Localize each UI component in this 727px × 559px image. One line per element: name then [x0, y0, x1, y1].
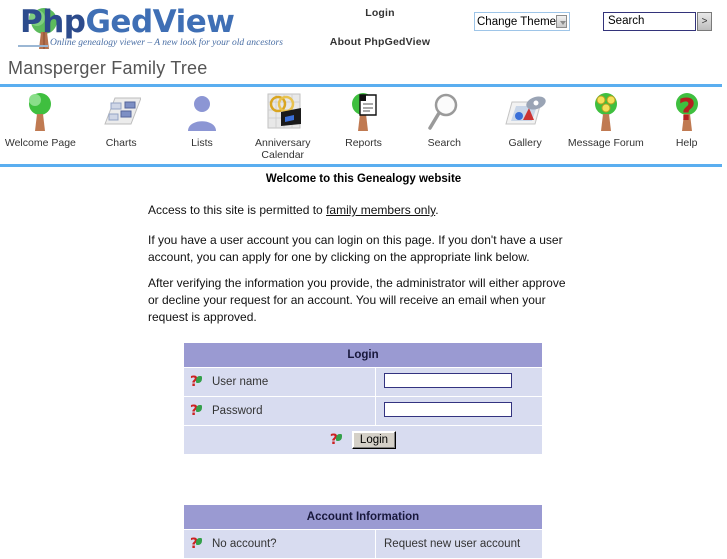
- nav-item-message-forum[interactable]: Message Forum: [565, 90, 646, 161]
- password-input[interactable]: [384, 402, 512, 417]
- nav-item-charts[interactable]: Charts: [81, 90, 162, 161]
- nav-label: Welcome Page: [4, 137, 76, 149]
- help-question-icon[interactable]: ?: [330, 433, 342, 447]
- theme-select[interactable]: Change Theme: [474, 12, 570, 31]
- tree-document-icon: [323, 90, 404, 132]
- page-title: Mansperger Family Tree: [8, 58, 208, 78]
- header-link-about[interactable]: About PhpGedView: [300, 36, 460, 48]
- theme-select-value: Change Theme: [477, 15, 557, 28]
- gallery-icon: [485, 90, 566, 132]
- intro-paragraph-2: If you have a user account you can login…: [148, 233, 563, 264]
- username-label-cell: ? User name: [183, 367, 376, 397]
- site-logo[interactable]: PhpGedView Online genealogy viewer – A n…: [8, 2, 283, 50]
- nav-label: Lists: [191, 137, 213, 149]
- search-input[interactable]: Search: [603, 12, 696, 31]
- org-chart-icon: [81, 90, 162, 132]
- help-question-icon[interactable]: ?: [190, 375, 202, 389]
- nav-label: Message Forum: [567, 137, 644, 149]
- no-account-label-cell: ? No account?: [183, 529, 376, 559]
- calendar-rings-icon: [242, 90, 323, 132]
- nav-item-welcome-page[interactable]: Welcome Page: [0, 90, 81, 161]
- table-row: ? Password: [183, 396, 543, 426]
- logo-tagline: Online genealogy viewer – A new look for…: [50, 38, 283, 48]
- logo-wordmark: PhpGedView: [20, 4, 235, 40]
- table-header-row: Login: [183, 342, 543, 368]
- tree-faces-icon: [565, 90, 646, 132]
- password-label: Password: [212, 405, 263, 417]
- username-input[interactable]: [384, 373, 512, 388]
- password-field-cell: [375, 396, 543, 426]
- nav-label: Anniversary Calendar: [255, 137, 311, 161]
- login-form-table: Login ? User name ? Password ? Login: [183, 342, 543, 455]
- welcome-heading: Welcome to this Genealogy website: [265, 173, 462, 185]
- main-navigation: Welcome Page Charts Lists Anniversary Ca…: [0, 90, 727, 161]
- nav-label: Charts: [105, 137, 137, 149]
- no-account-label: No account?: [212, 538, 277, 550]
- help-question-icon[interactable]: ?: [190, 537, 202, 551]
- nav-divider-bottom: [0, 164, 722, 167]
- intro-paragraph-1: Access to this site is permitted to fami…: [148, 202, 568, 219]
- password-label-cell: ? Password: [183, 396, 376, 426]
- help-question-icon[interactable]: ?: [190, 404, 202, 418]
- header-link-login[interactable]: Login: [300, 7, 460, 19]
- table-row: ? Login: [183, 425, 543, 455]
- svg-text:?: ?: [678, 93, 695, 128]
- login-button-cell: ? Login: [183, 425, 543, 455]
- intro-text-after: .: [435, 203, 439, 217]
- tree-icon: [0, 90, 81, 132]
- nav-label: Gallery: [508, 137, 542, 149]
- table-row: ? User name: [183, 367, 543, 397]
- request-account-cell: Request new user account: [375, 529, 543, 559]
- logo-divider: [18, 45, 48, 47]
- header-links: Login About PhpGedView: [300, 0, 460, 48]
- intro-paragraph-3: After verifying the information you prov…: [148, 276, 566, 324]
- username-field-cell: [375, 367, 543, 397]
- table-header-row: Account Information: [183, 504, 543, 530]
- login-button[interactable]: Login: [351, 431, 397, 449]
- site-header: PhpGedView Online genealogy viewer – A n…: [0, 0, 727, 55]
- family-members-link[interactable]: family members only: [326, 203, 435, 217]
- nav-item-anniversary-calendar[interactable]: Anniversary Calendar: [242, 90, 323, 161]
- header-divider-top: [0, 84, 722, 87]
- search-submit-button[interactable]: >: [697, 12, 712, 31]
- nav-item-lists[interactable]: Lists: [162, 90, 243, 161]
- nav-label: Help: [675, 137, 698, 149]
- nav-item-gallery[interactable]: Gallery: [485, 90, 566, 161]
- nav-item-search[interactable]: Search: [404, 90, 485, 161]
- chevron-down-icon: [556, 15, 567, 28]
- magnifier-icon: [404, 90, 485, 132]
- account-table-title: Account Information: [183, 504, 543, 530]
- nav-item-help[interactable]: ? Help: [646, 90, 727, 161]
- request-new-account-link[interactable]: Request new user account: [384, 538, 520, 550]
- question-mark-icon: ?: [646, 90, 727, 132]
- table-row: ? No account? Request new user account: [183, 529, 543, 559]
- username-label: User name: [212, 376, 269, 388]
- person-icon: [162, 90, 243, 132]
- intro-text-before: Access to this site is permitted to: [148, 203, 327, 217]
- nav-label: Search: [427, 137, 461, 149]
- nav-label: Reports: [345, 137, 382, 149]
- account-information-table: Account Information ? No account? Reques…: [183, 504, 543, 559]
- login-table-title: Login: [183, 342, 543, 368]
- nav-item-reports[interactable]: Reports: [323, 90, 404, 161]
